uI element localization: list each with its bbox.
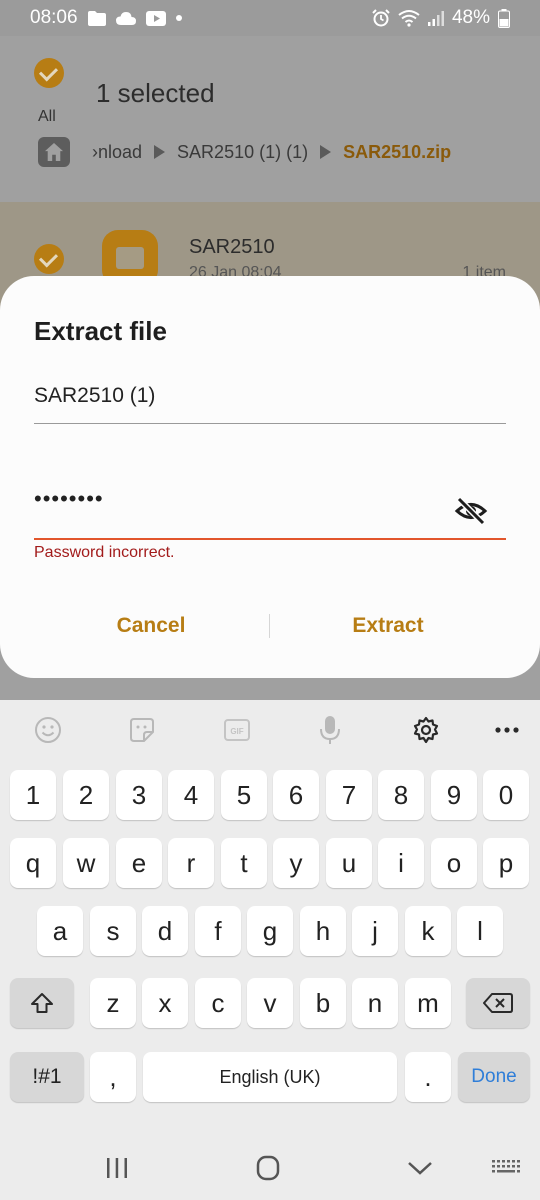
extract-button[interactable]: Extract [273,606,503,646]
keyboard: GIF 1 2 3 4 5 6 7 8 9 0 q w e r t y u i … [0,700,540,1136]
keyboard-switch-icon[interactable] [486,1154,526,1182]
battery-icon [498,8,510,28]
key-n[interactable]: n [352,978,398,1028]
key-e[interactable]: e [116,838,162,888]
svg-text:GIF: GIF [230,727,243,736]
key-f[interactable]: f [195,906,241,956]
chevron-right-icon [154,145,166,159]
symbols-key[interactable]: !#1 [10,1052,84,1102]
folder-name-value: SAR2510 (1) [34,384,156,407]
shift-key[interactable] [10,978,74,1028]
key-0[interactable]: 0 [483,770,529,820]
key-y[interactable]: y [273,838,319,888]
key-4[interactable]: 4 [168,770,214,820]
key-7[interactable]: 7 [326,770,372,820]
key-j[interactable]: j [352,906,398,956]
key-w[interactable]: w [63,838,109,888]
wifi-icon [398,10,420,27]
back-chevron-down-icon[interactable] [400,1154,440,1182]
shift-icon [31,993,53,1013]
breadcrumb-item-folder[interactable]: SAR2510 (1) (1) [177,142,308,163]
key-5[interactable]: 5 [221,770,267,820]
password-field[interactable]: •••••••• [34,486,506,540]
key-6[interactable]: 6 [273,770,319,820]
home-button-icon[interactable] [248,1154,288,1182]
key-c[interactable]: c [195,978,241,1028]
key-l[interactable]: l [457,906,503,956]
key-t[interactable]: t [221,838,267,888]
item-checkbox[interactable] [34,244,64,274]
key-d[interactable]: d [142,906,188,956]
key-x[interactable]: x [142,978,188,1028]
clock: 08:06 [30,7,78,28]
settings-gear-icon[interactable] [408,712,444,748]
done-key[interactable]: Done [458,1052,530,1102]
key-o[interactable]: o [431,838,477,888]
selection-header: All 1 selected [0,54,540,134]
key-z[interactable]: z [90,978,136,1028]
key-1[interactable]: 1 [10,770,56,820]
gif-icon[interactable]: GIF [219,712,255,748]
period-key[interactable]: . [405,1052,451,1102]
breadcrumb-item-download[interactable]: ›nload [92,142,142,163]
key-p[interactable]: p [483,838,529,888]
microphone-icon[interactable] [312,712,348,748]
more-options-icon[interactable] [489,712,525,748]
backspace-icon [483,993,513,1013]
recent-apps-icon[interactable] [97,1154,137,1182]
key-9[interactable]: 9 [431,770,477,820]
key-v[interactable]: v [247,978,293,1028]
backspace-key[interactable] [466,978,530,1028]
key-2[interactable]: 2 [63,770,109,820]
key-s[interactable]: s [90,906,136,956]
signal-icon [427,11,444,26]
selected-count-title: 1 selected [96,78,215,108]
space-key[interactable]: English (UK) [143,1052,397,1102]
folder-name-field[interactable]: SAR2510 (1) [34,384,506,424]
extract-file-dialog: Extract file SAR2510 (1) •••••••• Passwo… [0,276,540,678]
key-u[interactable]: u [326,838,372,888]
key-3[interactable]: 3 [116,770,162,820]
key-a[interactable]: a [37,906,83,956]
dot-icon [175,15,182,21]
breadcrumb: ›nload SAR2510 (1) (1) SAR2510.zip [0,132,540,172]
password-value: •••••••• [34,486,104,511]
key-g[interactable]: g [247,906,293,956]
key-k[interactable]: k [405,906,451,956]
comma-key[interactable]: , [90,1052,136,1102]
key-b[interactable]: b [300,978,346,1028]
file-name: SAR2510 [189,236,275,258]
emoji-icon[interactable] [30,712,66,748]
key-h[interactable]: h [300,906,346,956]
folder-notification-icon [87,10,106,26]
home-icon[interactable] [38,137,70,167]
breadcrumb-item-current[interactable]: SAR2510.zip [343,142,451,163]
alarm-icon [372,9,390,27]
status-bar: 08:06 48% [0,0,540,36]
keyboard-toolbar: GIF [0,700,540,758]
password-error-message: Password incorrect. [34,544,175,561]
key-m[interactable]: m [405,978,451,1028]
battery-percent: 48% [451,7,490,28]
key-r[interactable]: r [168,838,214,888]
youtube-notification-icon [145,10,166,26]
navigation-bar [0,1136,540,1200]
key-i[interactable]: i [378,838,424,888]
dialog-title: Extract file [34,316,167,346]
dialog-buttons: Cancel Extract [0,606,540,646]
key-q[interactable]: q [10,838,56,888]
select-all-checkbox[interactable] [34,58,64,88]
button-divider [269,614,270,638]
cancel-button[interactable]: Cancel [36,606,266,646]
cloud-notification-icon [115,12,136,25]
hide-password-icon[interactable] [454,494,488,528]
select-all-label: All [38,108,56,125]
chevron-right-icon [320,145,332,159]
sticker-icon[interactable] [124,712,160,748]
key-8[interactable]: 8 [378,770,424,820]
